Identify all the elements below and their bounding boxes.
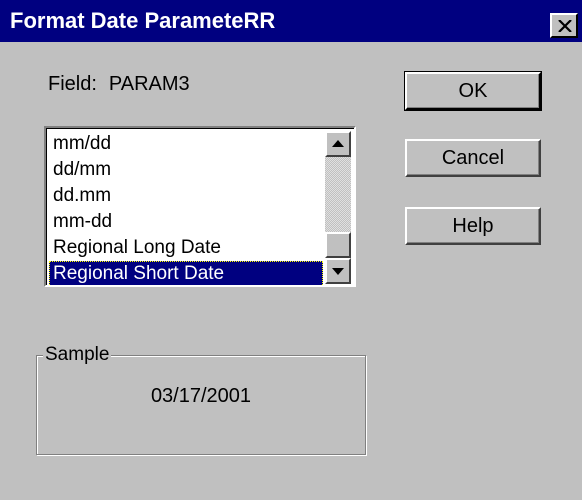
field-value: PARAM3 [108, 73, 190, 95]
ok-button[interactable]: OK [404, 71, 542, 111]
scroll-down-button[interactable] [325, 258, 351, 284]
list-item[interactable]: dd/mm [49, 157, 323, 183]
list-item-selected[interactable]: Regional Short Date [49, 261, 323, 285]
sample-label: Sample [43, 343, 112, 367]
scroll-up-button[interactable] [325, 131, 351, 157]
scroll-thumb[interactable] [325, 232, 351, 258]
cancel-button[interactable]: Cancel [405, 139, 541, 177]
list-item[interactable]: mm-dd [49, 209, 323, 235]
arrow-up-icon [332, 140, 344, 147]
dialog-title: Format Date ParameteRR [10, 8, 276, 33]
arrow-down-icon [332, 268, 344, 275]
vertical-scrollbar[interactable] [325, 131, 351, 284]
list-item[interactable]: mm/dd [49, 131, 323, 157]
format-listbox[interactable]: mm/dd dd/mm dd.mm mm-dd Regional Long Da… [44, 126, 356, 287]
field-label: Field: [48, 73, 97, 95]
format-date-dialog: Format Date ParameteRR Field: PARAM3 mm/d… [0, 0, 582, 500]
close-button[interactable] [550, 13, 578, 38]
field-row: Field: PARAM3 [48, 73, 190, 96]
list-item[interactable]: dd.mm [49, 183, 323, 209]
close-icon [558, 20, 572, 32]
list-item[interactable]: Regional Long Date [49, 235, 323, 261]
sample-value: 03/17/2001 [150, 385, 252, 407]
title-bar[interactable]: Format Date ParameteRR [0, 0, 582, 42]
format-list-items: mm/dd dd/mm dd.mm mm-dd Regional Long Da… [49, 131, 323, 285]
help-button[interactable]: Help [405, 207, 541, 245]
sample-groupbox: Sample 03/17/2001 [36, 343, 366, 455]
